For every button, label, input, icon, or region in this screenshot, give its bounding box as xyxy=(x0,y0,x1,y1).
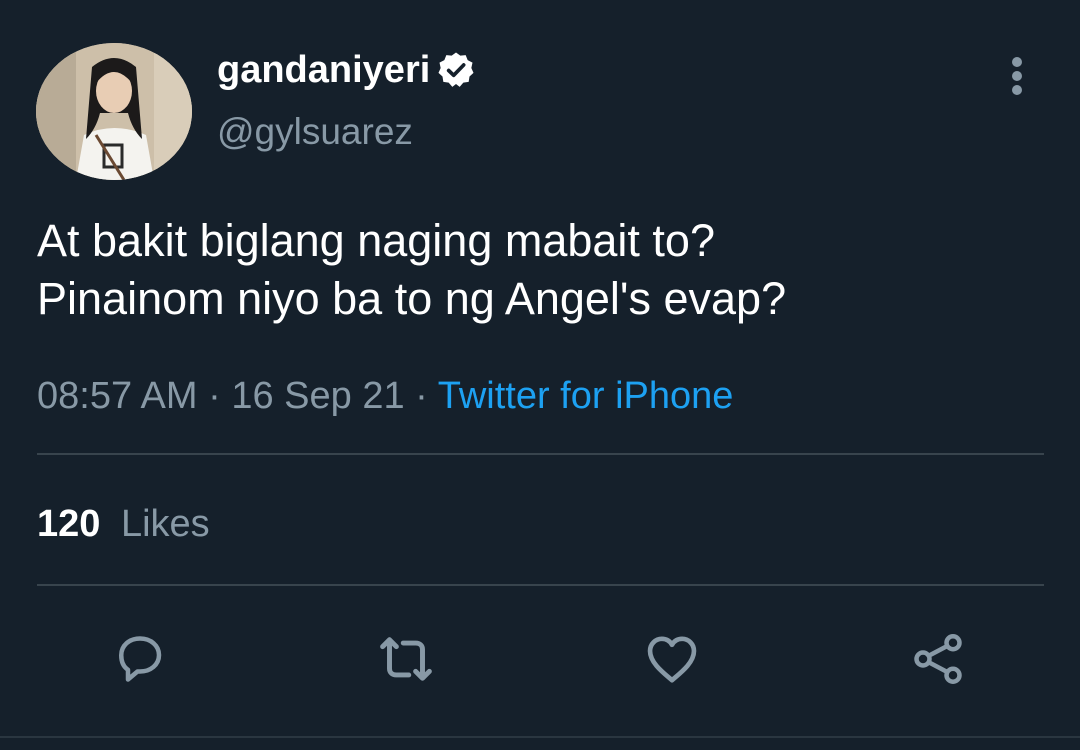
meta-separator: · xyxy=(415,375,428,417)
display-name[interactable]: gandaniyeri xyxy=(217,48,476,92)
likes-stat[interactable]: 120 Likes xyxy=(37,500,210,548)
share-icon xyxy=(914,634,962,684)
verified-badge-icon xyxy=(436,50,476,90)
tweet-text: At bakit biglang naging mabait to? Pinai… xyxy=(37,215,787,324)
reply-button[interactable] xyxy=(105,624,175,694)
like-button[interactable] xyxy=(637,624,707,694)
bottom-divider xyxy=(0,736,1080,738)
avatar[interactable] xyxy=(36,43,192,180)
divider xyxy=(37,584,1044,586)
like-icon xyxy=(647,636,697,683)
more-options-icon[interactable] xyxy=(1004,56,1030,96)
user-handle[interactable]: @gylsuarez xyxy=(217,110,413,154)
tweet-time: 08:57 AM xyxy=(37,375,198,417)
tweet-date: 16 Sep 21 xyxy=(231,375,405,417)
display-name-text: gandaniyeri xyxy=(217,49,431,91)
retweet-icon xyxy=(380,637,432,681)
tweet-meta: 08:57 AM · 16 Sep 21 · Twitter for iPhon… xyxy=(37,372,733,420)
profile-photo-icon xyxy=(36,43,192,180)
meta-separator: · xyxy=(208,375,221,417)
divider xyxy=(37,453,1044,455)
tweet-source-link[interactable]: Twitter for iPhone xyxy=(438,375,734,417)
likes-label: Likes xyxy=(120,503,210,545)
retweet-button[interactable] xyxy=(371,624,441,694)
share-button[interactable] xyxy=(903,624,973,694)
reply-icon xyxy=(119,636,162,682)
likes-count: 120 xyxy=(37,503,101,545)
